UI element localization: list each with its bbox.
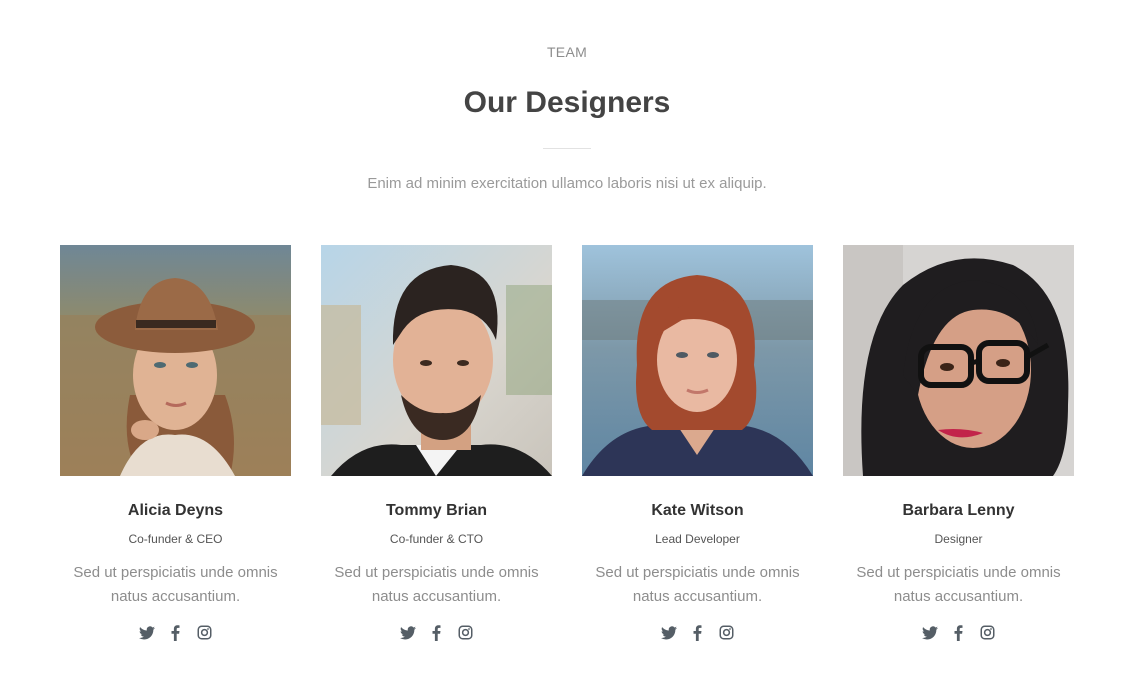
member-bio: Sed ut perspiciatis unde omnis natus acc…	[334, 564, 539, 605]
member-bio: Sed ut perspiciatis unde omnis natus acc…	[595, 564, 800, 605]
team-card: Tommy Brian Co-funder & CTO Sed ut persp…	[321, 245, 552, 675]
section-eyebrow: TEAM	[546, 44, 588, 60]
member-photo	[582, 245, 813, 476]
team-card: Alicia Deyns Co-funder & CEO Sed ut pers…	[60, 245, 291, 675]
twitter-icon[interactable]	[138, 624, 155, 641]
facebook-icon[interactable]	[950, 624, 967, 641]
facebook-icon[interactable]	[428, 624, 445, 641]
member-name: Alicia Deyns	[127, 502, 224, 519]
instagram-icon[interactable]	[979, 624, 996, 641]
member-role: Co-funder & CTO	[389, 532, 484, 546]
member-name: Barbara Lenny	[902, 502, 1015, 519]
member-role: Co-funder & CEO	[128, 532, 223, 546]
member-photo	[60, 245, 291, 476]
member-role: Designer	[934, 532, 983, 546]
social-links	[582, 624, 813, 642]
instagram-icon[interactable]	[457, 624, 474, 641]
facebook-icon[interactable]	[689, 624, 706, 641]
member-bio: Sed ut perspiciatis unde omnis natus acc…	[73, 564, 278, 605]
title-divider	[543, 148, 591, 149]
team-section: TEAM Our Designers Enim ad minim exercit…	[0, 0, 1134, 700]
twitter-icon[interactable]	[921, 624, 938, 641]
team-grid: Alicia Deyns Co-funder & CEO Sed ut pers…	[60, 245, 1074, 675]
member-photo	[321, 245, 552, 476]
instagram-icon[interactable]	[718, 624, 735, 641]
twitter-icon[interactable]	[660, 624, 677, 641]
team-card: Barbara Lenny Designer Sed ut perspiciat…	[843, 245, 1074, 675]
member-name: Kate Witson	[651, 502, 744, 519]
section-title: Our Designers	[463, 86, 671, 119]
member-role: Lead Developer	[655, 532, 740, 546]
twitter-icon[interactable]	[399, 624, 416, 641]
facebook-icon[interactable]	[167, 624, 184, 641]
team-card: Kate Witson Lead Developer Sed ut perspi…	[582, 245, 813, 675]
section-subtitle: Enim ad minim exercitation ullamco labor…	[367, 175, 767, 192]
member-name: Tommy Brian	[385, 502, 488, 519]
social-links	[321, 624, 552, 642]
member-bio: Sed ut perspiciatis unde omnis natus acc…	[856, 564, 1061, 605]
instagram-icon[interactable]	[196, 624, 213, 641]
social-links	[843, 624, 1074, 642]
member-photo	[843, 245, 1074, 476]
social-links	[60, 624, 291, 642]
